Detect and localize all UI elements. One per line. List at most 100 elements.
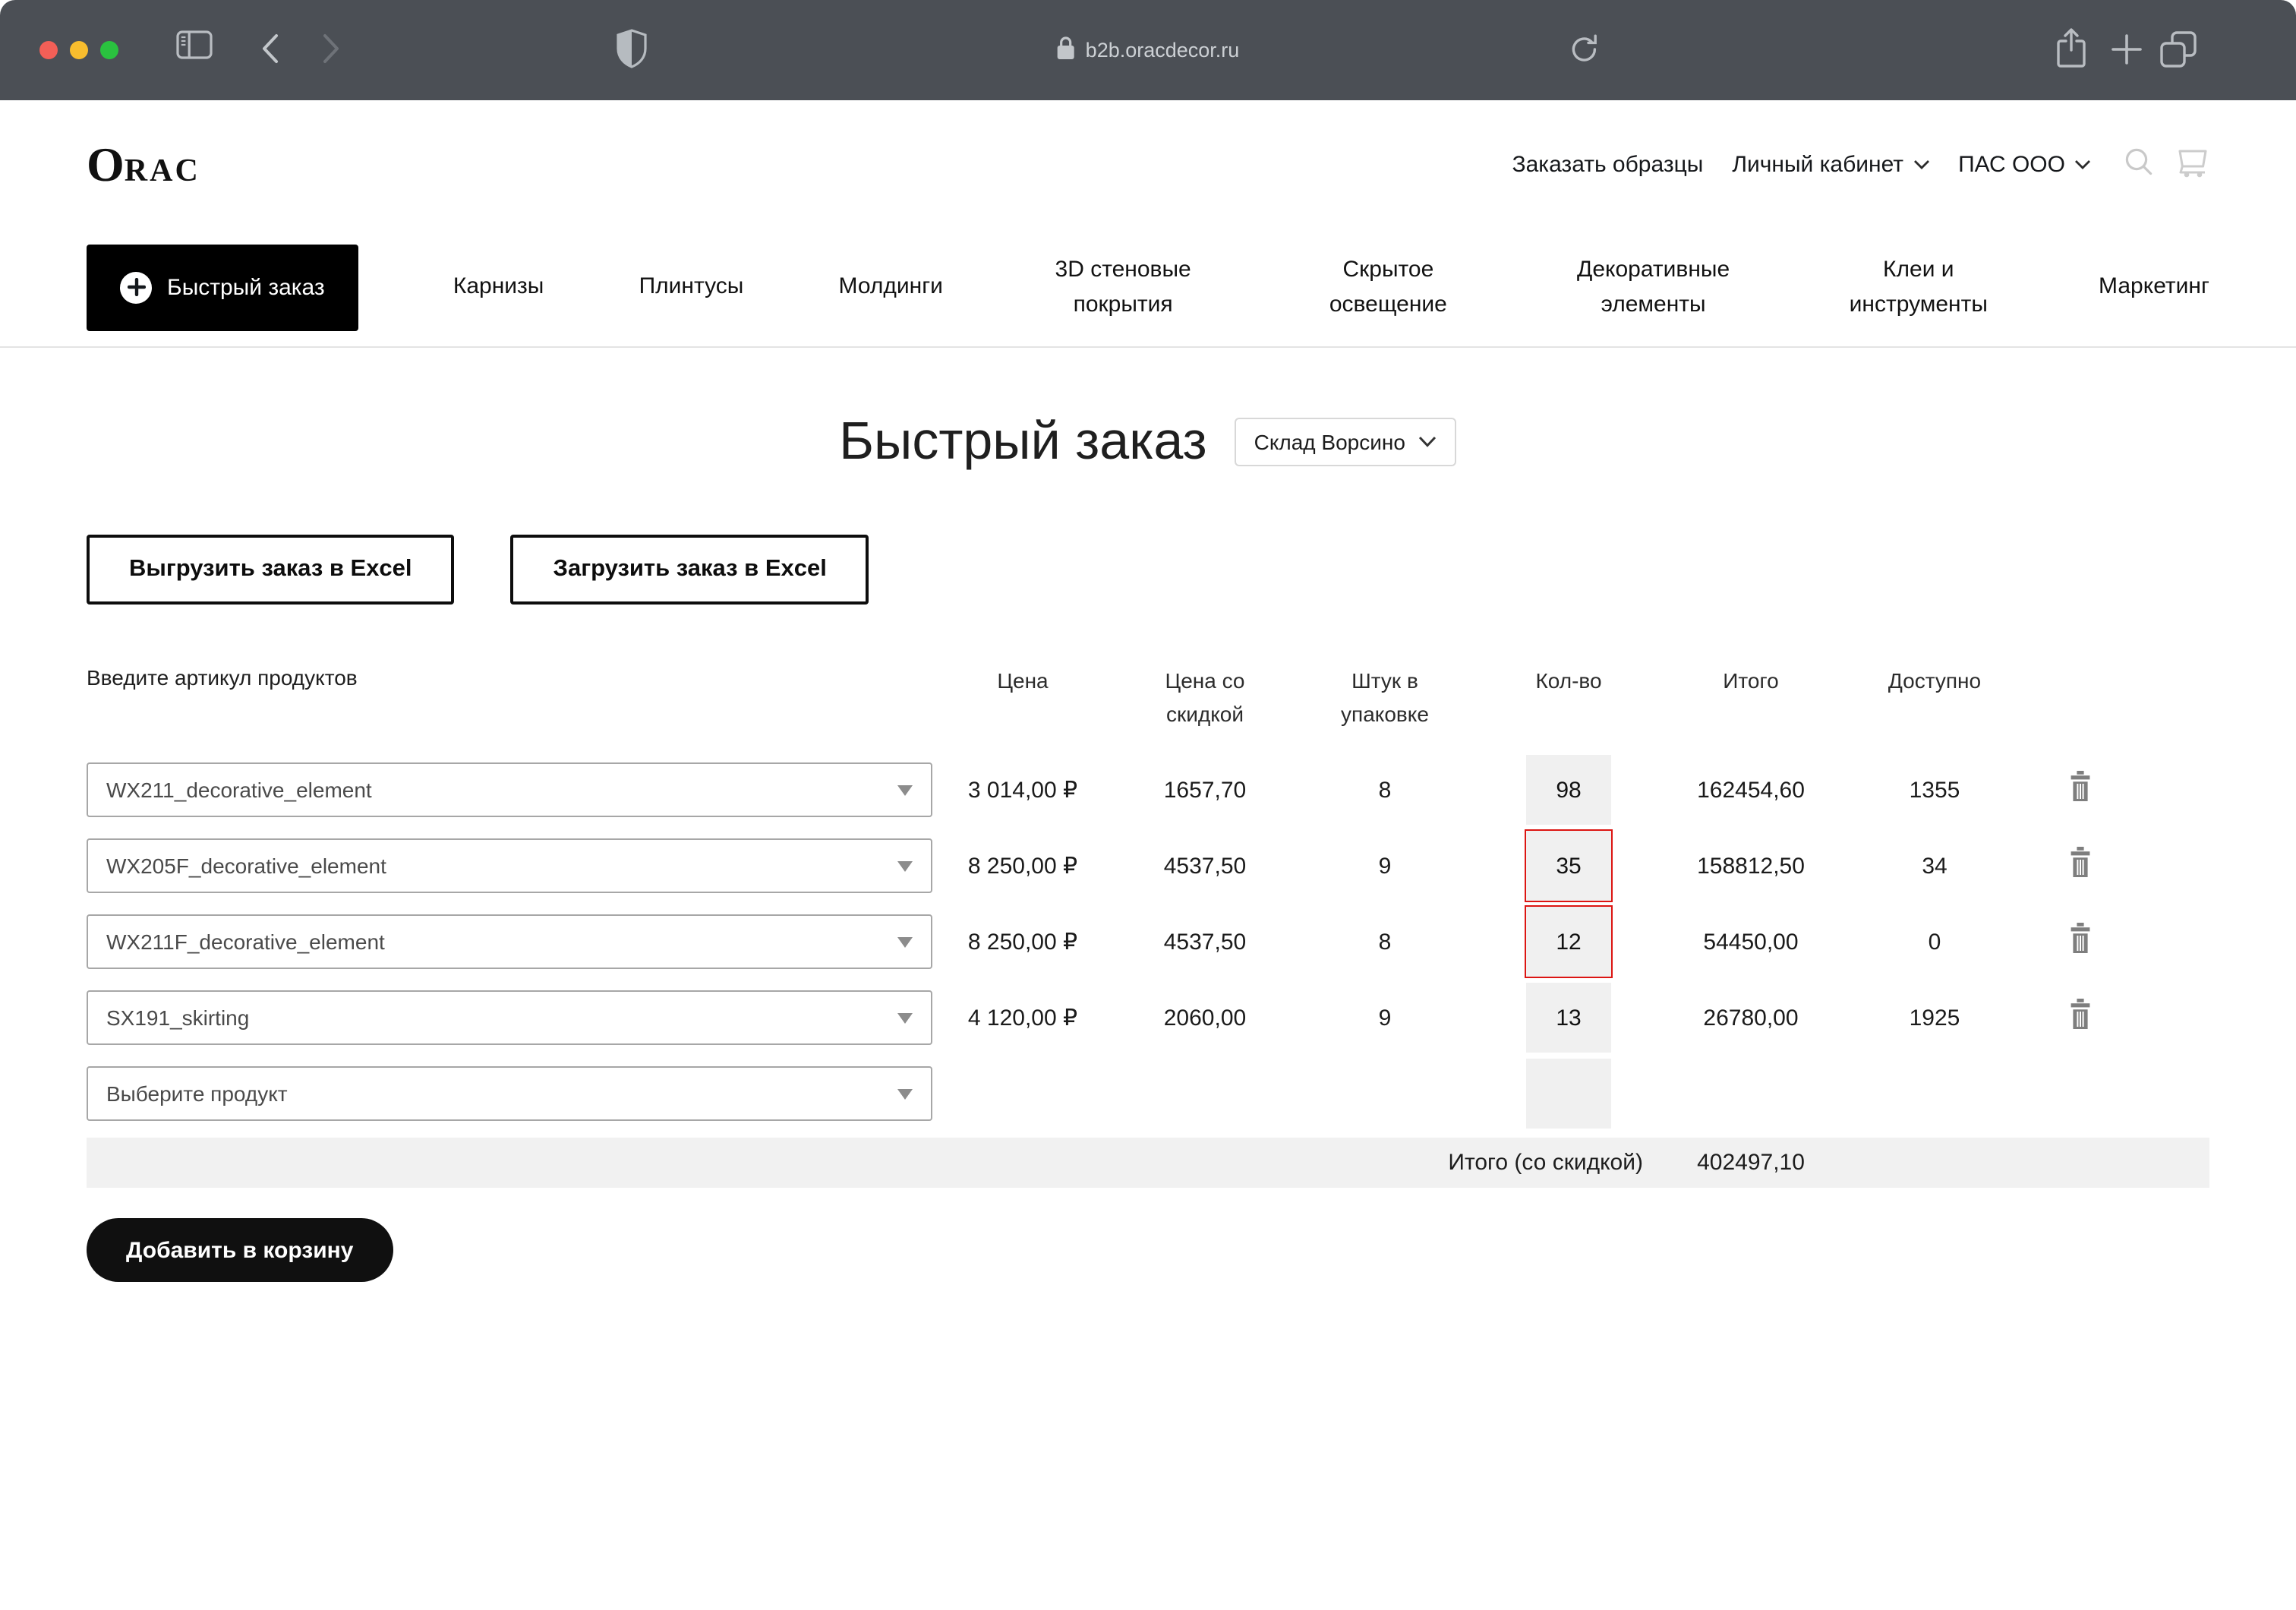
nav-cornices[interactable]: Карнизы: [453, 270, 544, 305]
qty-input[interactable]: [1526, 1059, 1611, 1129]
nav-3d-wall-coverings[interactable]: 3D стеновые покрытия: [1038, 252, 1208, 323]
product-select[interactable]: Выберите продукт: [87, 1067, 932, 1122]
chevron-down-icon: [1913, 159, 1929, 169]
plus-circle-icon: [120, 271, 152, 303]
order-total-row: Итого (со скидкой) 402497,10: [87, 1138, 2209, 1189]
row-total-value: 54450,00: [1664, 930, 1837, 955]
discount-price-value: 4537,50: [1113, 930, 1297, 955]
price-value: 8 250,00 ₽: [932, 929, 1113, 956]
delete-row-button[interactable]: [2068, 847, 2093, 880]
table-row: SX191_skirting 4 120,00 ₽ 2060,00 9 13 2…: [87, 980, 2209, 1056]
select-arrow-icon: [897, 1013, 913, 1024]
article-input-label: Введите артикул продуктов: [87, 665, 932, 690]
per-pack-value: 9: [1297, 854, 1473, 879]
delete-row-button[interactable]: [2068, 771, 2093, 804]
warehouse-select[interactable]: Склад Ворсино: [1235, 418, 1457, 466]
forward-icon[interactable]: [322, 33, 340, 64]
chevron-down-icon: [2074, 159, 2091, 169]
discount-price-value: 4537,50: [1113, 854, 1297, 879]
personal-account-menu[interactable]: Личный кабинет: [1732, 151, 1929, 177]
table-row: WX211_decorative_element 3 014,00 ₽ 1657…: [87, 753, 2209, 829]
main-nav: Быстрый заказ Карнизы Плинтусы Молдинги …: [0, 228, 2296, 348]
qty-input[interactable]: 13: [1526, 983, 1611, 1053]
export-excel-button[interactable]: Выгрузить заказ в Excel: [87, 535, 455, 605]
select-arrow-icon: [897, 937, 913, 948]
qty-input[interactable]: 98: [1526, 756, 1611, 826]
row-total-value: 158812,50: [1664, 854, 1837, 879]
nav-mouldings[interactable]: Молдинги: [839, 270, 943, 305]
col-per-pack: Штук в упаковке: [1297, 665, 1473, 731]
qty-input[interactable]: 35: [1525, 830, 1613, 903]
product-select[interactable]: WX211F_decorative_element: [87, 915, 932, 970]
share-icon[interactable]: [2056, 27, 2086, 68]
minimize-window-button[interactable]: [70, 41, 88, 59]
sidebar-toggle-icon[interactable]: [176, 30, 213, 59]
address-bar[interactable]: b2b.oracdecor.ru: [1057, 36, 1240, 65]
available-value: 0: [1837, 930, 2032, 955]
row-total-value: 162454,60: [1664, 778, 1837, 803]
col-total: Итого: [1664, 665, 1837, 698]
browser-toolbar: b2b.oracdecor.ru: [0, 0, 2296, 100]
nav-hidden-lighting[interactable]: Скрытое освещение: [1303, 252, 1473, 323]
total-label: Итого (со скидкой): [87, 1151, 1664, 1176]
site-header: ORAC Заказать образцы Личный кабинет ПАС…: [0, 100, 2296, 228]
trash-icon: [2068, 847, 2093, 879]
import-excel-button[interactable]: Загрузить заказ в Excel: [511, 535, 869, 605]
product-select[interactable]: SX191_skirting: [87, 991, 932, 1046]
available-value: 1355: [1837, 778, 2032, 803]
price-value: 8 250,00 ₽: [932, 853, 1113, 880]
select-arrow-icon: [897, 1089, 913, 1100]
cart-icon[interactable]: [2176, 145, 2209, 183]
company-menu[interactable]: ПАС ООО: [1958, 151, 2091, 177]
trash-icon: [2068, 999, 2093, 1031]
table-row: WX211F_decorative_element 8 250,00 ₽ 453…: [87, 904, 2209, 980]
total-value: 402497,10: [1664, 1151, 1837, 1176]
shield-icon[interactable]: [617, 29, 647, 68]
col-price: Цена: [932, 665, 1113, 698]
nav-marketing[interactable]: Маркетинг: [2099, 270, 2209, 305]
select-arrow-icon: [897, 785, 913, 796]
nav-glues-tools[interactable]: Клеи и инструменты: [1834, 252, 2004, 323]
quick-order-table: Введите артикул продуктов Цена Цена со с…: [87, 665, 2209, 1189]
nav-quick-order[interactable]: Быстрый заказ: [87, 244, 358, 330]
nav-skirtings[interactable]: Плинтусы: [639, 270, 744, 305]
browser-window: b2b.oracdecor.ru: [0, 0, 2296, 1610]
trash-icon: [2068, 923, 2093, 955]
price-value: 3 014,00 ₽: [932, 777, 1113, 804]
qty-input[interactable]: 12: [1525, 906, 1613, 979]
new-tab-icon[interactable]: [2111, 33, 2143, 65]
order-samples-link[interactable]: Заказать образцы: [1512, 151, 1704, 177]
url-text: b2b.oracdecor.ru: [1086, 39, 1240, 62]
page-title: Быстрый заказ: [839, 412, 1207, 472]
orac-logo[interactable]: ORAC: [87, 140, 200, 188]
delete-row-button[interactable]: [2068, 923, 2093, 956]
table-header-row: Введите артикул продуктов Цена Цена со с…: [87, 665, 2209, 731]
nav-decorative-elements[interactable]: Декоративные элементы: [1569, 252, 1739, 323]
table-row: WX205F_decorative_element 8 250,00 ₽ 453…: [87, 829, 2209, 904]
close-window-button[interactable]: [39, 41, 58, 59]
discount-price-value: 2060,00: [1113, 1005, 1297, 1031]
col-qty: Кол-во: [1473, 665, 1664, 698]
refresh-icon[interactable]: [1570, 33, 1599, 65]
add-to-cart-button[interactable]: Добавить в корзину: [87, 1219, 393, 1283]
table-row: Выберите продукт: [87, 1056, 2209, 1132]
tabs-overview-icon[interactable]: [2159, 30, 2197, 68]
price-value: 4 120,00 ₽: [932, 1005, 1113, 1032]
back-icon[interactable]: [261, 33, 279, 64]
available-value: 1925: [1837, 1005, 2032, 1031]
per-pack-value: 8: [1297, 778, 1473, 803]
delete-row-button[interactable]: [2068, 999, 2093, 1032]
per-pack-value: 8: [1297, 930, 1473, 955]
zoom-window-button[interactable]: [100, 41, 118, 59]
lock-icon: [1057, 36, 1075, 65]
search-icon[interactable]: [2124, 147, 2153, 182]
col-available: Доступно: [1837, 665, 2032, 698]
product-select[interactable]: WX211_decorative_element: [87, 763, 932, 818]
chevron-down-icon: [1419, 436, 1437, 448]
discount-price-value: 1657,70: [1113, 778, 1297, 803]
product-select[interactable]: WX205F_decorative_element: [87, 839, 932, 894]
col-price-discount: Цена со скидкой: [1113, 665, 1297, 731]
per-pack-value: 9: [1297, 1005, 1473, 1031]
row-total-value: 26780,00: [1664, 1005, 1837, 1031]
select-arrow-icon: [897, 861, 913, 872]
